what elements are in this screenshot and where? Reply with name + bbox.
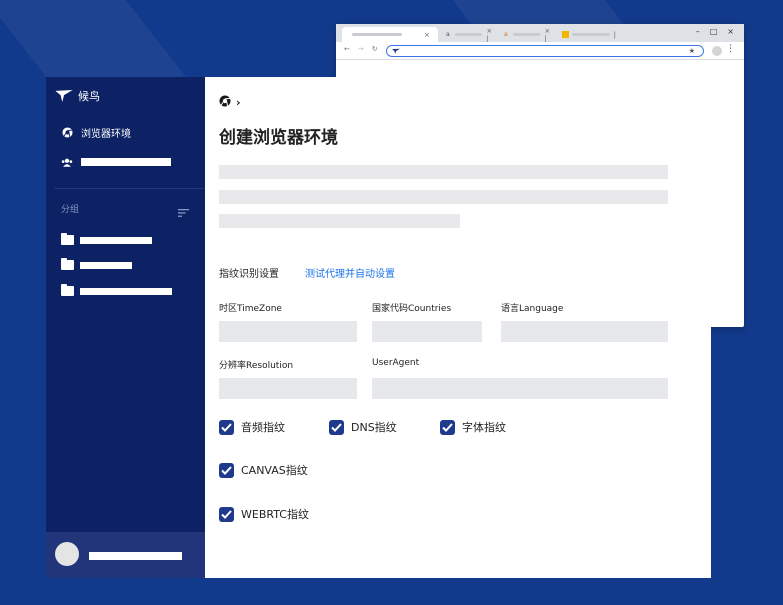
useragent-label: UserAgent (372, 358, 420, 368)
language-field[interactable] (501, 321, 668, 342)
close-icon[interactable]: × (424, 31, 430, 39)
folder-label-redacted (80, 236, 152, 244)
sidebar-item-browser-env[interactable]: 浏览器环境 (61, 125, 131, 140)
group-label: 分组 (61, 205, 80, 215)
forward-icon[interactable]: → (358, 45, 364, 53)
bird-logo-icon (55, 90, 73, 102)
placeholder-line (219, 214, 460, 228)
colored-tile-icon (562, 31, 569, 38)
sidebar-divider (54, 188, 205, 189)
checkbox-label: DNS指纹 (351, 421, 397, 434)
minimize-button[interactable]: – (696, 27, 700, 36)
sidebar-item-users[interactable] (61, 156, 171, 168)
placeholder-line (219, 165, 668, 179)
browser-tab[interactable]: × (342, 27, 438, 42)
folder-icon (61, 284, 74, 296)
browser-tab[interactable]: a × | (440, 27, 496, 43)
chrome-icon (61, 127, 73, 139)
user-profile-footer[interactable] (46, 532, 205, 578)
browser-tab-bar: × a × | a × | | – □ × (336, 24, 744, 43)
sort-icon[interactable] (178, 202, 189, 221)
reload-icon[interactable]: ↻ (372, 45, 378, 53)
amazon-a-icon: a (504, 30, 508, 38)
checkbox-label: WEBRTC指纹 (241, 508, 309, 521)
font-fingerprint-checkbox[interactable]: 字体指纹 (440, 419, 506, 435)
users-icon (61, 156, 73, 168)
resolution-label: 分辨率Resolution (219, 361, 294, 371)
avatar[interactable] (55, 542, 79, 566)
browser-tab[interactable]: a × | (498, 27, 554, 43)
chevron-right-icon: › (236, 96, 241, 109)
close-window-button[interactable]: × (727, 27, 734, 36)
language-label: 语言Language (501, 304, 564, 314)
username-redacted (89, 552, 182, 560)
profile-avatar[interactable] (712, 46, 722, 56)
sidebar-item-label-redacted (81, 158, 171, 166)
placeholder-line (219, 190, 668, 204)
resolution-field[interactable] (219, 378, 357, 399)
checkbox-label: CANVAS指纹 (241, 464, 308, 477)
bookmark-star-icon[interactable]: ★ (689, 46, 695, 57)
amazon-a-icon: a (446, 30, 450, 38)
folder-item[interactable] (61, 284, 172, 296)
audio-fingerprint-checkbox[interactable]: 音频指纹 (219, 419, 285, 435)
close-icon[interactable]: × | (486, 27, 496, 43)
maximize-button[interactable]: □ (710, 27, 718, 36)
page-title: 创建浏览器环境 (219, 128, 338, 148)
checkbox-checked-icon[interactable] (440, 419, 455, 435)
checkbox-label: 字体指纹 (462, 421, 506, 434)
chrome-icon[interactable] (219, 95, 231, 110)
fingerprint-settings-label: 指纹识别设置 (219, 269, 279, 280)
folder-icon (61, 233, 74, 245)
app-logo: 候鸟 (55, 88, 100, 104)
webrtc-fingerprint-checkbox[interactable]: WEBRTC指纹 (219, 506, 309, 522)
checkbox-checked-icon[interactable] (219, 419, 234, 435)
folder-label-redacted (80, 287, 172, 295)
timezone-field[interactable] (219, 321, 357, 342)
checkbox-checked-icon[interactable] (219, 506, 234, 522)
useragent-field[interactable] (372, 378, 668, 399)
test-proxy-link[interactable]: 测试代理并自动设置 (305, 265, 395, 280)
dns-fingerprint-checkbox[interactable]: DNS指纹 (329, 419, 397, 435)
folder-label-redacted (80, 261, 132, 269)
folder-icon (61, 258, 74, 270)
bird-logo-icon (392, 48, 400, 55)
more-menu-icon[interactable]: ⋮ (726, 44, 735, 54)
app-name: 候鸟 (78, 90, 100, 103)
countries-label: 国家代码Countries (372, 304, 452, 314)
timezone-label: 时区TimeZone (219, 304, 282, 314)
checkbox-checked-icon[interactable] (329, 419, 344, 435)
window-controls: – □ × (696, 27, 734, 36)
canvas-fingerprint-checkbox[interactable]: CANVAS指纹 (219, 462, 308, 478)
sidebar: 候鸟 浏览器环境 分组 (46, 77, 205, 578)
back-icon[interactable]: ← (344, 45, 350, 53)
address-bar[interactable]: ★ (386, 45, 704, 57)
sidebar-item-label: 浏览器环境 (81, 129, 131, 140)
folder-item[interactable] (61, 233, 152, 245)
browser-tab[interactable]: | (556, 27, 616, 42)
create-env-panel: › 创建浏览器环境 指纹识别设置 测试代理并自动设置 时区TimeZone 国家… (205, 77, 711, 578)
checkbox-checked-icon[interactable] (219, 462, 234, 478)
countries-field[interactable] (372, 321, 482, 342)
breadcrumb: › (219, 95, 241, 110)
tab-divider: | (613, 30, 616, 39)
checkbox-label: 音频指纹 (241, 421, 285, 434)
folder-item[interactable] (61, 258, 132, 270)
close-icon[interactable]: × | (544, 27, 554, 43)
browser-toolbar: ← → ↻ ★ ⋮ (336, 42, 744, 60)
